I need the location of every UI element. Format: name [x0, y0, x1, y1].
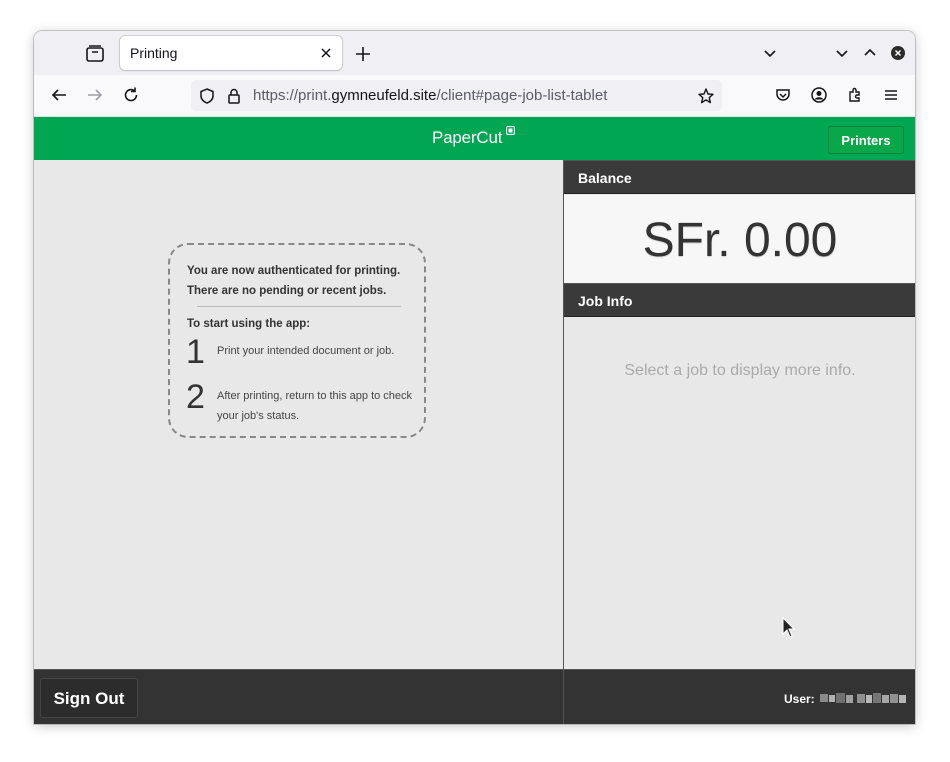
- list-all-tabs-icon[interactable]: [762, 45, 778, 61]
- balance-heading: Balance: [564, 160, 915, 194]
- bookmark-star-icon[interactable]: [697, 87, 715, 105]
- maximize-icon[interactable]: [862, 45, 878, 61]
- user-name-redacted: [820, 693, 906, 703]
- url-text: https://print.gymneufeld.site/client#pag…: [253, 87, 607, 104]
- tab-title: Printing: [130, 45, 178, 61]
- user-label: User:: [784, 692, 815, 706]
- new-tab-icon[interactable]: [354, 45, 372, 63]
- reload-icon[interactable]: [122, 86, 140, 104]
- tracking-protection-shield-icon[interactable]: [198, 87, 216, 105]
- back-icon[interactable]: [50, 86, 68, 104]
- start-heading: To start using the app:: [187, 318, 311, 330]
- step-number: 1: [186, 333, 205, 371]
- sign-out-button[interactable]: Sign Out: [40, 678, 138, 718]
- job-info-empty-message: Select a job to display more info.: [624, 362, 856, 379]
- account-icon[interactable]: [810, 86, 828, 104]
- papercut-logo: PaperCut: [432, 128, 503, 147]
- close-tab-icon[interactable]: [318, 45, 334, 61]
- url-path: /client#page-job-list-tablet: [436, 87, 608, 104]
- job-info-heading: Job Info: [564, 283, 915, 317]
- navigation-toolbar: https://print.gymneufeld.site/client#pag…: [34, 75, 915, 117]
- step-text: Print your intended document or job.: [217, 345, 395, 357]
- authenticated-message: You are now authenticated for printing.: [187, 265, 401, 277]
- logo-mark-icon: [506, 126, 515, 135]
- forward-icon[interactable]: [86, 86, 104, 104]
- menu-icon[interactable]: [882, 86, 900, 104]
- job-list-pane: You are now authenticated for printing. …: [34, 160, 563, 669]
- balance-value: SFr. 0.00: [642, 214, 838, 267]
- printers-button[interactable]: Printers: [828, 126, 904, 154]
- tab-printing[interactable]: Printing: [120, 36, 342, 70]
- footer-divider: [563, 670, 564, 724]
- url-prefix: https://print.: [253, 87, 332, 104]
- url-bar[interactable]: https://print.gymneufeld.site/client#pag…: [191, 80, 722, 111]
- step-number: 2: [186, 378, 205, 416]
- firefox-view-icon[interactable]: [84, 43, 106, 65]
- lock-icon[interactable]: [225, 87, 243, 105]
- pocket-icon[interactable]: [774, 86, 792, 104]
- step-text: After printing, return to this app to ch…: [217, 390, 413, 422]
- details-pane: Balance SFr. 0.00 Job Info Select a job …: [563, 160, 915, 669]
- mouse-cursor-icon: [782, 617, 796, 638]
- balance-panel: SFr. 0.00: [564, 195, 915, 283]
- minimize-icon[interactable]: [834, 45, 850, 61]
- no-jobs-message: There are no pending or recent jobs.: [187, 285, 387, 297]
- tab-bar: Printing: [34, 31, 915, 75]
- divider: [197, 306, 401, 307]
- url-host: gymneufeld.site: [331, 87, 437, 104]
- instructions-box: You are now authenticated for printing. …: [168, 243, 426, 438]
- close-window-icon[interactable]: [890, 45, 906, 61]
- app-footer: Sign Out User:: [34, 669, 915, 724]
- extensions-icon[interactable]: [846, 86, 864, 104]
- app-header: PaperCut Printers: [34, 117, 915, 160]
